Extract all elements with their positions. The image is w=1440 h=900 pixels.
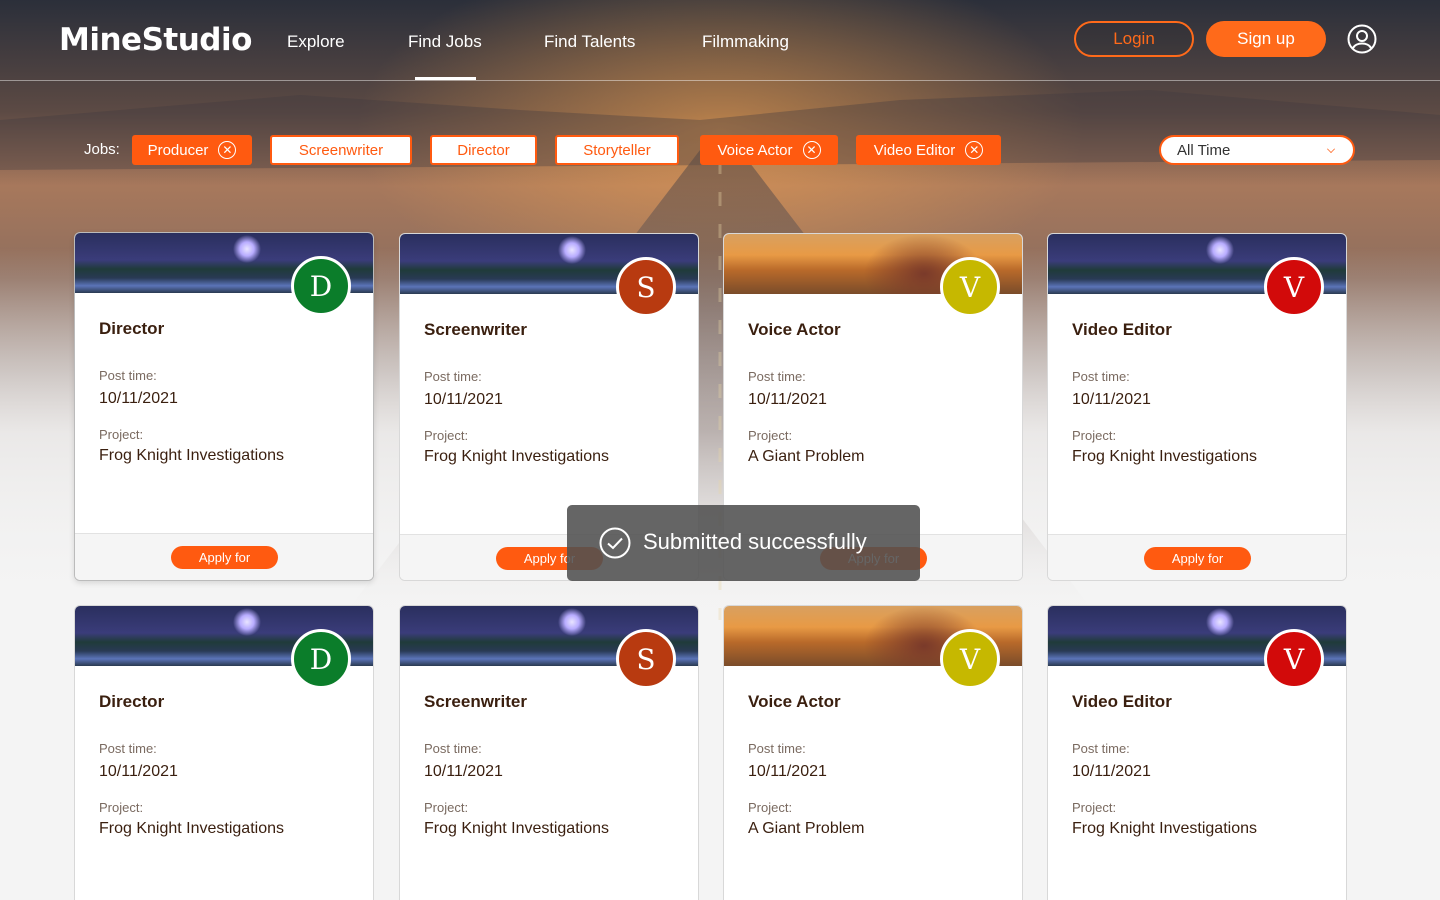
project-value: Frog Knight Investigations <box>1072 820 1257 837</box>
filter-chip-video-editor[interactable]: Video Editor ✕ <box>856 135 1001 165</box>
project-label: Project: <box>748 428 793 443</box>
post-time-value: 10/11/2021 <box>99 763 178 780</box>
close-icon[interactable]: ✕ <box>802 141 821 159</box>
filter-chip-screenwriter[interactable]: Screenwriter <box>270 135 412 165</box>
project-value: Frog Knight Investigations <box>424 820 609 837</box>
project-value: A Giant Problem <box>748 448 865 465</box>
project-value: Frog Knight Investigations <box>99 820 284 837</box>
nav-find-jobs[interactable]: Find Jobs <box>408 32 482 52</box>
signup-button[interactable]: Sign up <box>1206 21 1326 57</box>
chip-label: Director <box>457 141 510 159</box>
check-circle-icon <box>599 527 631 559</box>
user-circle-icon[interactable] <box>1347 24 1377 54</box>
avatar: D <box>291 629 351 689</box>
logo[interactable]: MineStudio <box>59 22 252 58</box>
job-title: Director <box>99 692 165 711</box>
login-button[interactable]: Login <box>1074 21 1194 57</box>
project-label: Project: <box>748 800 793 815</box>
job-title: Voice Actor <box>748 692 841 711</box>
nav-explore[interactable]: Explore <box>287 32 345 52</box>
job-card[interactable]: D Director Post time: 10/11/2021 Project… <box>74 232 374 581</box>
filter-chip-producer[interactable]: Producer ✕ <box>132 135 252 165</box>
job-title: Screenwriter <box>424 692 527 711</box>
project-label: Project: <box>99 800 144 815</box>
chip-label: Storyteller <box>583 141 651 159</box>
post-time-value: 10/11/2021 <box>1072 763 1151 780</box>
post-time-label: Post time: <box>748 369 806 384</box>
time-range-value: All Time <box>1177 141 1231 159</box>
nav-filmmaking[interactable]: Filmmaking <box>702 32 789 52</box>
close-icon[interactable]: ✕ <box>965 141 984 159</box>
post-time-label: Post time: <box>748 741 806 756</box>
post-time-value: 10/11/2021 <box>748 391 827 408</box>
avatar: S <box>616 257 676 317</box>
filter-chip-voice-actor[interactable]: Voice Actor ✕ <box>700 135 838 165</box>
post-time-label: Post time: <box>424 741 482 756</box>
nav-find-talents[interactable]: Find Talents <box>544 32 635 52</box>
job-card[interactable]: V Video Editor Post time: 10/11/2021 Pro… <box>1047 233 1347 581</box>
avatar: D <box>291 256 351 316</box>
project-label: Project: <box>1072 428 1117 443</box>
avatar: V <box>1264 257 1324 317</box>
post-time-label: Post time: <box>424 369 482 384</box>
project-label: Project: <box>424 800 469 815</box>
job-title: Voice Actor <box>748 320 841 339</box>
post-time-value: 10/11/2021 <box>424 391 503 408</box>
chip-label: Producer <box>147 141 209 159</box>
card-footer: Apply for <box>1048 534 1346 580</box>
chip-label: Screenwriter <box>298 141 384 159</box>
job-title: Screenwriter <box>424 320 527 339</box>
card-footer: Apply for <box>75 533 373 580</box>
nav-active-underline <box>415 77 476 80</box>
filter-chip-director[interactable]: Director <box>430 135 537 165</box>
chip-label: Voice Actor <box>717 141 793 159</box>
project-value: Frog Knight Investigations <box>99 447 284 464</box>
job-card[interactable]: V Video Editor Post time: 10/11/2021 Pro… <box>1047 605 1347 900</box>
job-card[interactable]: D Director Post time: 10/11/2021 Project… <box>74 605 374 900</box>
apply-button[interactable]: Apply for <box>171 546 278 569</box>
avatar: V <box>940 257 1000 317</box>
post-time-value: 10/11/2021 <box>1072 391 1151 408</box>
project-value: Frog Knight Investigations <box>424 448 609 465</box>
project-label: Project: <box>1072 800 1117 815</box>
job-card[interactable]: V Voice Actor Post time: 10/11/2021 Proj… <box>723 605 1023 900</box>
job-title: Director <box>99 319 165 338</box>
post-time-label: Post time: <box>99 741 157 756</box>
post-time-value: 10/11/2021 <box>424 763 503 780</box>
close-icon[interactable]: ✕ <box>218 141 237 159</box>
job-title: Video Editor <box>1072 692 1172 711</box>
job-title: Video Editor <box>1072 320 1172 339</box>
project-value: A Giant Problem <box>748 820 865 837</box>
jobs-filter-label: Jobs: <box>84 141 120 158</box>
chip-label: Video Editor <box>873 141 956 159</box>
avatar: V <box>1264 629 1324 689</box>
apply-button[interactable]: Apply for <box>1144 547 1251 570</box>
post-time-label: Post time: <box>1072 741 1130 756</box>
project-label: Project: <box>99 427 144 442</box>
post-time-value: 10/11/2021 <box>99 390 178 407</box>
project-value: Frog Knight Investigations <box>1072 448 1257 465</box>
toast-message: Submitted successfully <box>643 529 867 554</box>
chevron-down-icon <box>1327 145 1335 153</box>
avatar: S <box>616 629 676 689</box>
avatar: V <box>940 629 1000 689</box>
time-range-select[interactable]: All Time <box>1159 135 1355 165</box>
post-time-label: Post time: <box>99 368 157 383</box>
post-time-value: 10/11/2021 <box>748 763 827 780</box>
project-label: Project: <box>424 428 469 443</box>
success-toast: Submitted successfully <box>567 505 920 581</box>
post-time-label: Post time: <box>1072 369 1130 384</box>
job-card[interactable]: S Screenwriter Post time: 10/11/2021 Pro… <box>399 605 699 900</box>
top-navbar: MineStudio Explore Find Jobs Find Talent… <box>0 0 1440 81</box>
filter-chip-storyteller[interactable]: Storyteller <box>555 135 679 165</box>
